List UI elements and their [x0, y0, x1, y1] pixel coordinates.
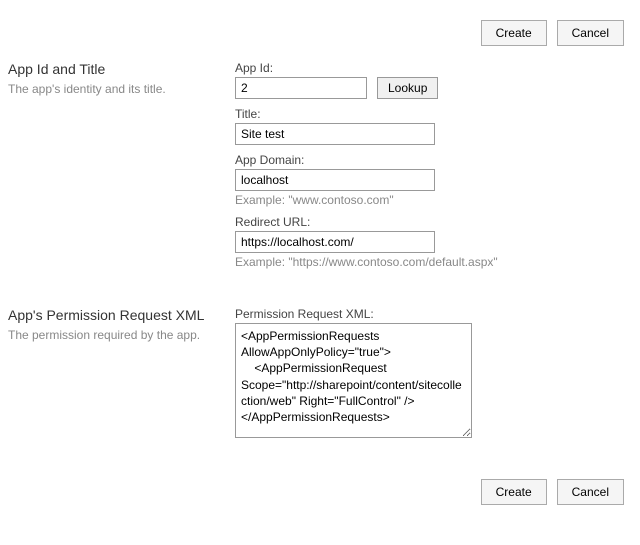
appid-label: App Id:	[235, 61, 624, 75]
field-group-redirect: Redirect URL: Example: "https://www.cont…	[235, 215, 624, 269]
section-title: App's Permission Request XML	[8, 307, 225, 323]
redirect-input[interactable]	[235, 231, 435, 253]
section-right: App Id: Lookup Title: App Domain: Exampl…	[235, 61, 624, 277]
field-group-title: Title:	[235, 107, 624, 145]
section-left: App Id and Title The app's identity and …	[8, 61, 235, 277]
redirect-hint: Example: "https://www.contoso.com/defaul…	[235, 255, 624, 269]
section-app-id-title: App Id and Title The app's identity and …	[8, 61, 624, 277]
appid-row: Lookup	[235, 77, 624, 99]
section-desc: The app's identity and its title.	[8, 81, 225, 98]
field-group-xml: Permission Request XML:	[235, 307, 624, 441]
create-button[interactable]: Create	[481, 20, 547, 46]
domain-hint: Example: "www.contoso.com"	[235, 193, 624, 207]
field-group-appid: App Id: Lookup	[235, 61, 624, 99]
top-button-row: Create Cancel	[8, 20, 624, 46]
section-desc: The permission required by the app.	[8, 327, 225, 344]
xml-textarea[interactable]	[235, 323, 472, 438]
title-input[interactable]	[235, 123, 435, 145]
domain-label: App Domain:	[235, 153, 624, 167]
lookup-button[interactable]: Lookup	[377, 77, 438, 99]
xml-label: Permission Request XML:	[235, 307, 624, 321]
section-right: Permission Request XML:	[235, 307, 624, 449]
section-title: App Id and Title	[8, 61, 225, 77]
appid-input[interactable]	[235, 77, 367, 99]
title-label: Title:	[235, 107, 624, 121]
section-permission-xml: App's Permission Request XML The permiss…	[8, 307, 624, 449]
bottom-button-row: Create Cancel	[8, 479, 624, 505]
section-left: App's Permission Request XML The permiss…	[8, 307, 235, 449]
field-group-domain: App Domain: Example: "www.contoso.com"	[235, 153, 624, 207]
domain-input[interactable]	[235, 169, 435, 191]
cancel-button[interactable]: Cancel	[557, 479, 624, 505]
redirect-label: Redirect URL:	[235, 215, 624, 229]
create-button[interactable]: Create	[481, 479, 547, 505]
cancel-button[interactable]: Cancel	[557, 20, 624, 46]
